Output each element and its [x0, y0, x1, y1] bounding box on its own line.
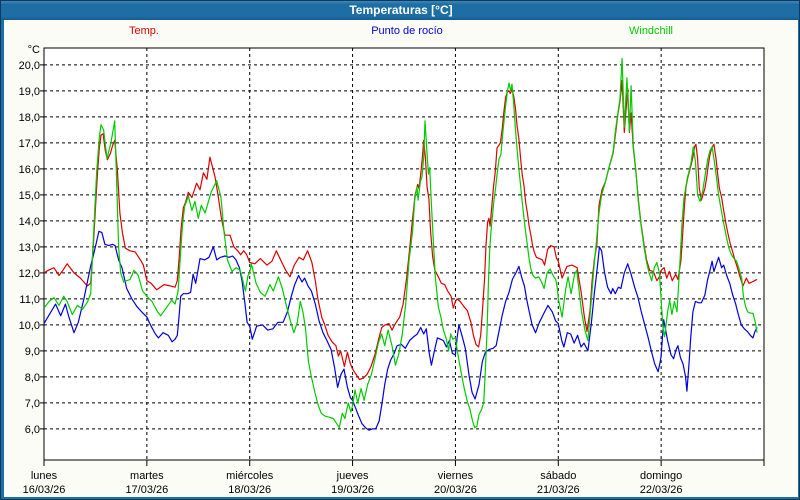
y-tick-label: 12,0	[19, 268, 40, 280]
x-day-date: 21/03/26	[537, 484, 580, 496]
titlebar: Temperaturas [°C]	[1, 1, 800, 21]
plot-border	[44, 48, 764, 460]
x-day-date: 20/03/26	[434, 484, 477, 496]
plot-area: 20,0 19,0 18,0 17,0 16,0 15,0 14,0 13,0 12,0 11,0…	[4, 20, 798, 497]
x-day-name: martes	[130, 470, 164, 482]
y-tick-label: 14,0	[19, 216, 40, 228]
x-day-date: 22/03/26	[640, 484, 683, 496]
window-title: Temperaturas [°C]	[349, 3, 452, 17]
y-tick-label: 18,0	[19, 112, 40, 124]
y-tick-label: 11,0	[19, 294, 40, 306]
x-day-name: lunes	[31, 470, 58, 482]
y-tick-label: 6,0	[25, 424, 40, 436]
y-tick-label: 9,0	[25, 346, 40, 358]
x-day-date: 18/03/26	[228, 484, 271, 496]
x-day-name: domingo	[640, 470, 682, 482]
y-tick-label: 10,0	[19, 320, 40, 332]
y-tick-label: 13,0	[19, 242, 40, 254]
x-day-name: jueves	[336, 470, 369, 482]
x-day-name: miércoles	[226, 470, 274, 482]
chart-panel: Temp. Punto de rocío Windchill 20,019,01…	[1, 20, 800, 500]
y-tick-label: 19,0	[19, 86, 40, 98]
y-tick-label: 7,0	[25, 398, 40, 410]
y-axis-unit-label: °C	[28, 44, 40, 56]
x-day-date: 17/03/26	[125, 484, 168, 496]
y-tick-label: 20,0	[19, 60, 40, 72]
x-day-name: sábado	[540, 470, 576, 482]
y-tick-label: 8,0	[25, 372, 40, 384]
app-window: Temperaturas [°C] Temp. Punto de rocío W…	[0, 0, 800, 500]
x-day-name: viernes	[438, 470, 474, 482]
y-tick-label: 15,0	[19, 190, 40, 202]
x-day-date: 16/03/26	[23, 484, 66, 496]
y-tick-label: 17,0	[19, 138, 40, 150]
x-day-date: 19/03/26	[331, 484, 374, 496]
y-tick-label: 16,0	[19, 164, 40, 176]
